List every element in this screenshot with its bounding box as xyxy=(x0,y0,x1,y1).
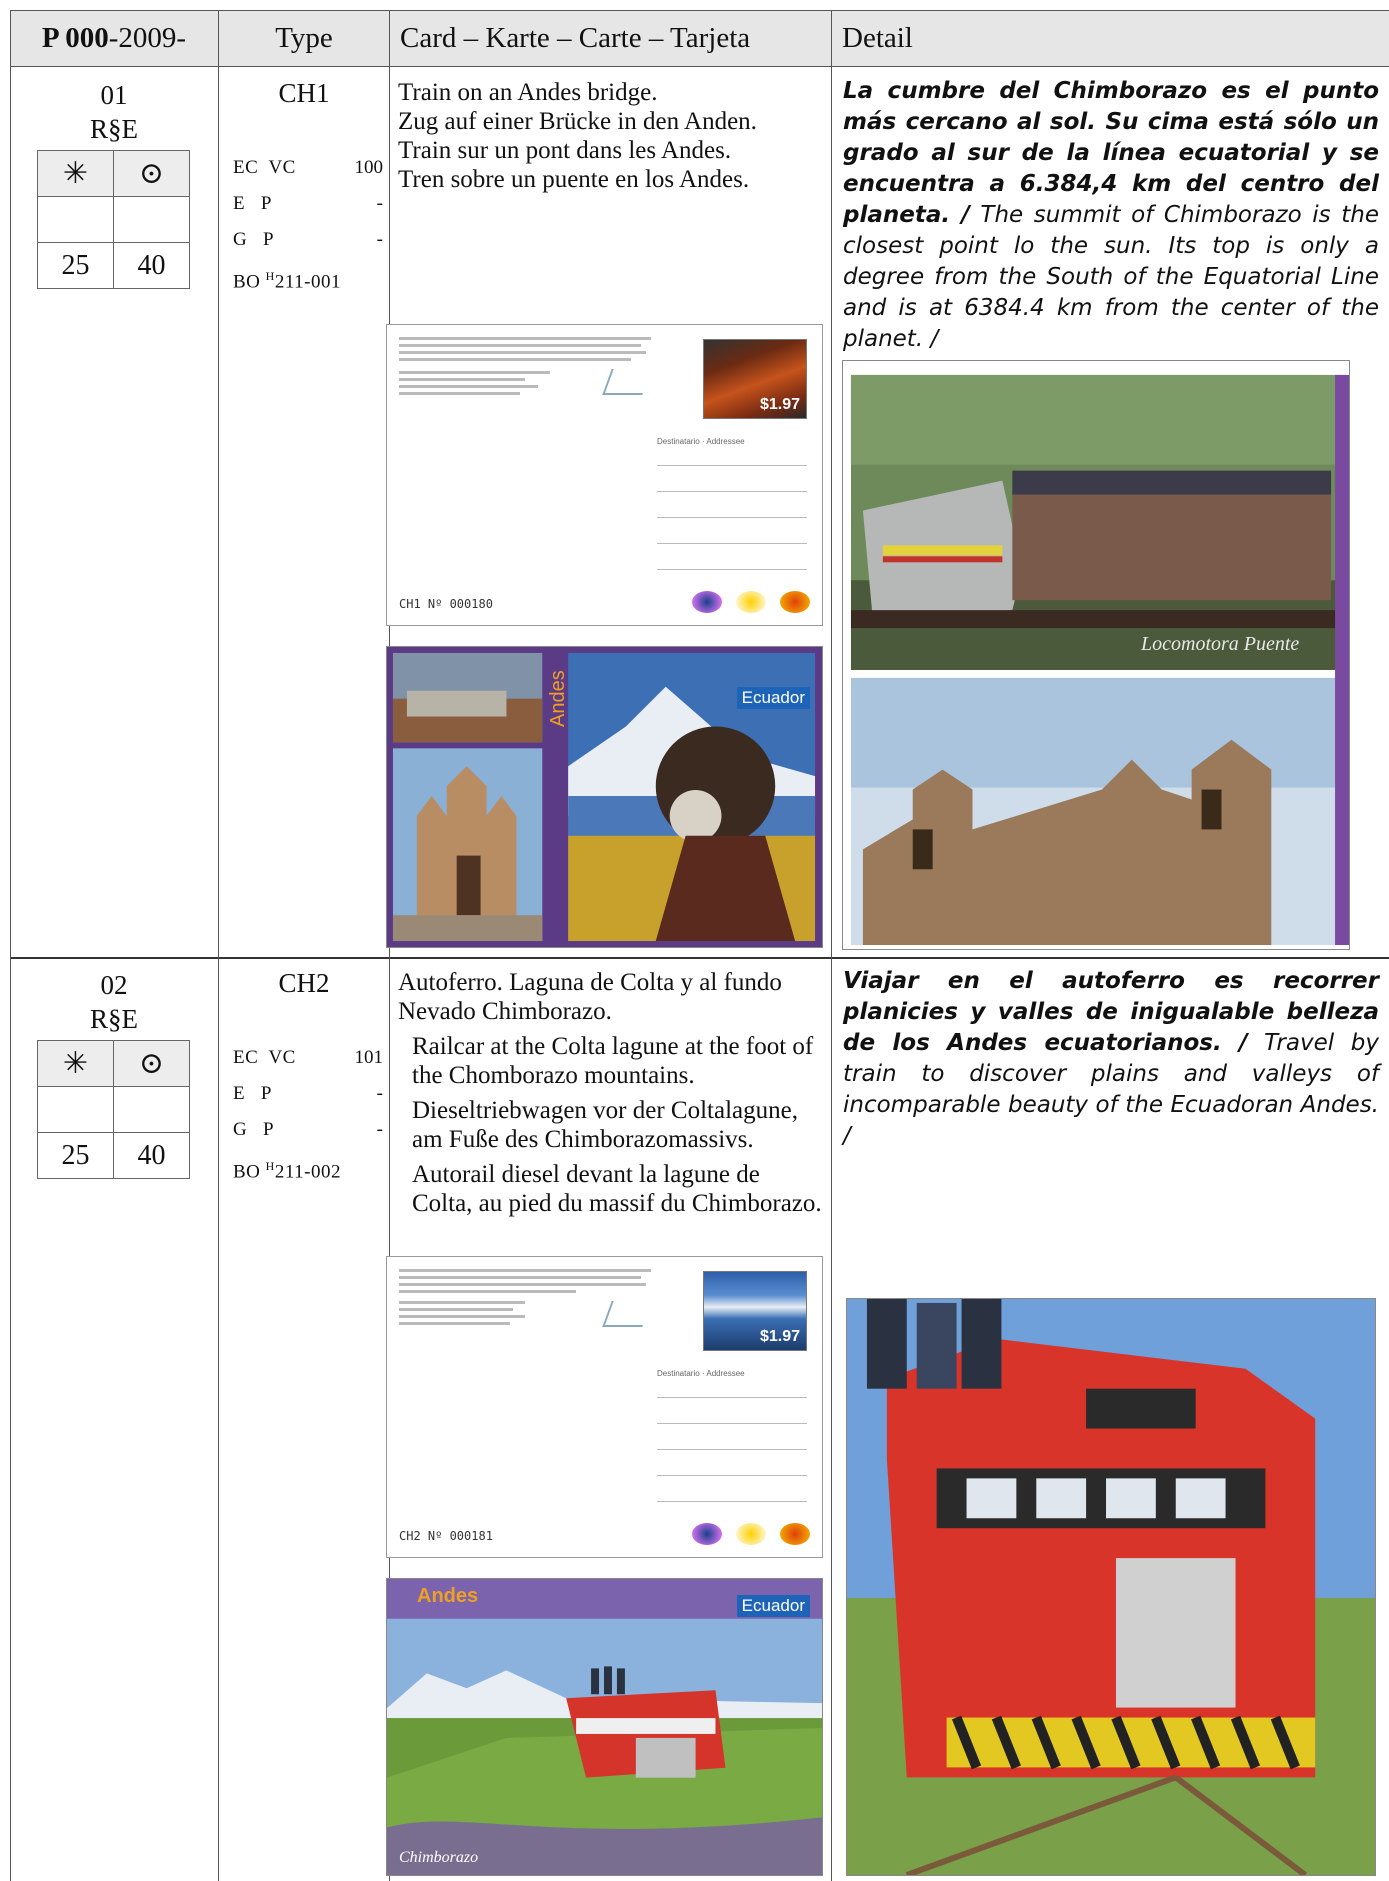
railcar-photo xyxy=(847,1299,1375,1875)
logo-2 xyxy=(736,1523,766,1545)
card-front-image-02: Andes Ecuador Chimborazo xyxy=(386,1578,823,1876)
mint-symbol: ✳ xyxy=(37,1040,114,1087)
address-header: Destinatario · Addressee xyxy=(657,1369,745,1378)
catalog-suffix: -2009- xyxy=(108,21,187,54)
column-divider-detail xyxy=(831,10,832,1881)
photo-caption: Locomotora Puente xyxy=(1141,633,1300,655)
mint-blank xyxy=(37,196,114,243)
card-serial: CH1 Nº 000180 xyxy=(399,597,493,611)
card-back-logos xyxy=(692,591,810,613)
detail-photo-01: Locomotora Puente xyxy=(842,360,1350,950)
detail-text-01: La cumbre del Chimborazo es el punto más… xyxy=(843,76,1379,355)
entry-number-01: 01 R§E xyxy=(10,78,218,146)
used-blank xyxy=(113,196,190,243)
table-top-border xyxy=(10,10,1389,11)
quantity-table-01: ✳ ⊙ 25 40 xyxy=(37,150,190,289)
card-text-de: Zug auf einer Brücke in den Anden. xyxy=(398,108,757,135)
card-text-en: Railcar at the Colta lagune at the foot … xyxy=(412,1033,814,1089)
logo-1 xyxy=(692,1523,722,1545)
front-brand-label: Andes xyxy=(547,670,569,727)
card-text-en: Train on an Andes bridge. xyxy=(398,79,658,106)
entry-rse: R§E xyxy=(89,114,138,144)
card-text-es: Tren sobre un puente en los Andes. xyxy=(398,166,750,193)
logo-1 xyxy=(692,591,722,613)
detail-text-02: Viajar en el autoferro es recorrer plani… xyxy=(843,966,1379,1152)
address-header: Destinatario · Addressee xyxy=(657,437,745,446)
codes-01: EC VC 100 E P- G P- BO H211-001 xyxy=(233,150,383,300)
header-catalog-number: P 000 -2009- xyxy=(10,10,218,66)
mint-blank xyxy=(37,1086,114,1133)
card-back-logos xyxy=(692,1523,810,1545)
header-detail: Detail xyxy=(832,10,1389,66)
logo-3 xyxy=(780,591,810,613)
used-symbol: ⊙ xyxy=(113,1040,190,1087)
front-country-label: Ecuador xyxy=(736,687,810,709)
code-row-ec: EC VC 101 xyxy=(233,1047,383,1068)
mint-symbol: ✳ xyxy=(37,150,114,197)
mint-price: 25 xyxy=(37,1132,114,1179)
code-row-bo: BO H211-002 xyxy=(233,1159,341,1183)
type-code-01: CH1 xyxy=(278,78,330,108)
card-back-image-01: $1.97 Destinatario · Addressee CH1 Nº 00… xyxy=(386,324,823,626)
front-brand-label: Andes xyxy=(417,1585,479,1607)
stamp-value: $1.97 xyxy=(759,1328,800,1345)
stamp-value: $1.97 xyxy=(759,396,800,413)
header-bottom-border xyxy=(10,66,1389,67)
card-description-01: Train on an Andes bridge. Zug auf einer … xyxy=(398,78,826,194)
used-symbol: ⊙ xyxy=(113,150,190,197)
card-text-es: Autoferro. Laguna de Colta y al fundo Ne… xyxy=(398,969,782,1025)
type-code-02: CH2 xyxy=(278,968,330,998)
mint-price: 25 xyxy=(37,242,114,289)
logo-3 xyxy=(780,1523,810,1545)
card-text-fr: Train sur un pont dans les Andes. xyxy=(398,137,732,164)
code-row-bo: BO H211-001 xyxy=(233,269,341,293)
code-row-e: E P- xyxy=(233,193,383,214)
code-row-g: G P- xyxy=(233,229,383,250)
card-text-fr: Autorail diesel devant la lagune de Colt… xyxy=(412,1161,822,1217)
entry-number-02: 02 R§E xyxy=(10,968,218,1036)
table-left-border xyxy=(10,10,11,1881)
header-type: Type xyxy=(219,10,389,66)
imprinted-stamp: $1.97 xyxy=(703,1271,807,1351)
header-card: Card – Karte – Carte – Tarjeta xyxy=(390,10,831,66)
catalog-prefix: P 000 xyxy=(41,21,109,54)
code-row-ec: EC VC 100 xyxy=(233,157,383,178)
used-blank xyxy=(113,1086,190,1133)
quantity-table-02: ✳ ⊙ 25 40 xyxy=(37,1040,190,1179)
detail-photo-02 xyxy=(846,1298,1376,1876)
card-description-02: Autoferro. Laguna de Colta y al fundo Ne… xyxy=(398,968,826,1218)
card-back-image-02: $1.97 Destinatario · Addressee CH2 Nº 00… xyxy=(386,1256,823,1558)
entry-rse: R§E xyxy=(89,1004,138,1034)
code-row-g: G P- xyxy=(233,1119,383,1140)
used-price: 40 xyxy=(113,1132,190,1179)
card-front-image-01: Andes Ecuador xyxy=(386,646,823,948)
card-serial: CH2 Nº 000181 xyxy=(399,1529,493,1543)
imprinted-stamp: $1.97 xyxy=(703,339,807,419)
used-price: 40 xyxy=(113,242,190,289)
card-front-graphic xyxy=(387,1579,822,1875)
codes-02: EC VC 101 E P- G P- BO H211-002 xyxy=(233,1040,383,1190)
front-country-label: Ecuador xyxy=(736,1595,810,1617)
logo-2 xyxy=(736,591,766,613)
code-row-e: E P- xyxy=(233,1083,383,1104)
column-divider-type xyxy=(218,10,219,1881)
row-separator xyxy=(10,957,1389,959)
catalog-page: P 000 -2009- Type Card – Karte – Carte – … xyxy=(0,0,1389,1881)
card-text-de: Dieseltriebwagen vor der Coltalagune, am… xyxy=(412,1097,798,1153)
entry-number: 02 xyxy=(100,970,128,1000)
front-place-label: Chimborazo xyxy=(399,1849,479,1866)
entry-number: 01 xyxy=(100,80,128,110)
